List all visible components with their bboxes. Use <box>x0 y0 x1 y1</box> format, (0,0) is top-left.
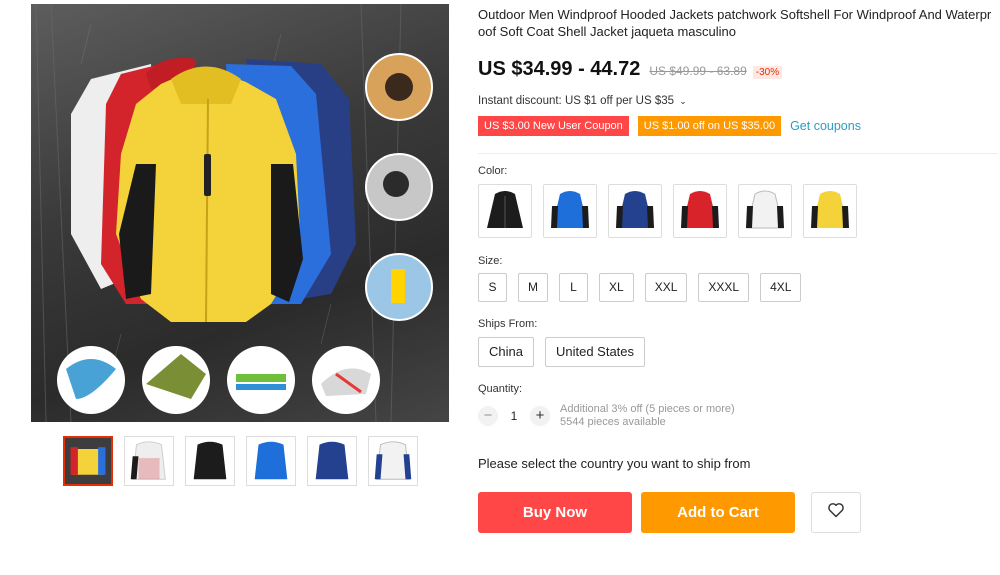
buy-now-button[interactable]: Buy Now <box>478 492 632 533</box>
get-coupons-link[interactable]: Get coupons <box>790 119 861 133</box>
quantity-value[interactable]: 1 <box>498 409 530 423</box>
stock-text: 5544 pieces available <box>560 416 666 428</box>
size-option[interactable]: 4XL <box>760 273 802 302</box>
store-coupon[interactable]: US $1.00 off on US $35.00 <box>637 116 782 136</box>
heart-icon <box>827 502 845 523</box>
new-user-coupon[interactable]: US $3.00 New User Coupon <box>478 116 629 136</box>
product-title: Outdoor Men Windproof Hooded Jackets pat… <box>478 7 992 39</box>
sale-price: US $34.99 - 44.72 <box>478 58 641 80</box>
action-buttons: Buy Now Add to Cart <box>478 492 998 533</box>
chevron-down-icon: ⌄ <box>679 96 687 106</box>
price-row: US $34.99 - 44.72 US $49.99 - 63.89 -30% <box>478 58 998 81</box>
quantity-stepper: − 1 + Additional 3% off (5 pieces or mor… <box>478 403 998 429</box>
ships-from-option[interactable]: China <box>478 337 534 367</box>
quantity-info: Additional 3% off (5 pieces or more) 554… <box>560 403 735 429</box>
add-to-cart-button[interactable]: Add to Cart <box>641 492 795 533</box>
color-option-white[interactable] <box>738 184 792 238</box>
divider <box>478 153 998 154</box>
thumbnail[interactable] <box>246 436 296 486</box>
wishlist-button[interactable] <box>811 492 861 533</box>
size-option[interactable]: XXL <box>644 273 688 302</box>
color-option-black[interactable] <box>478 184 532 238</box>
thumbnail[interactable] <box>185 436 235 486</box>
color-option-sky-blue[interactable] <box>543 184 597 238</box>
size-option[interactable]: S <box>478 273 507 302</box>
thumbnail[interactable] <box>124 436 174 486</box>
ships-from-options: China United States <box>478 337 998 367</box>
thumbnail[interactable] <box>307 436 357 486</box>
quantity-label: Quantity: <box>478 383 523 395</box>
product-details: Outdoor Men Windproof Hooded Jackets pat… <box>478 0 998 533</box>
instant-discount[interactable]: Instant discount: US $1 off per US $35 ⌄ <box>478 95 998 107</box>
size-option[interactable]: L <box>559 273 588 302</box>
discount-badge: -30% <box>752 66 783 79</box>
main-product-image[interactable] <box>31 4 449 422</box>
original-price: US $49.99 - 63.89 <box>649 64 747 78</box>
coupon-row: US $3.00 New User Coupon US $1.00 off on… <box>478 116 998 136</box>
ships-from-option[interactable]: United States <box>544 337 646 367</box>
color-option-red[interactable] <box>673 184 727 238</box>
size-label: Size: <box>478 255 503 267</box>
size-options: S M L XL XXL XXXL 4XL <box>478 273 998 302</box>
size-option[interactable]: XXXL <box>698 273 750 302</box>
color-swatches <box>478 184 998 238</box>
ship-country-message: Please select the country you want to sh… <box>478 456 751 471</box>
thumbnail[interactable] <box>368 436 418 486</box>
thumbnail-strip <box>63 436 418 486</box>
size-option[interactable]: XL <box>599 273 634 302</box>
ships-from-label: Ships From: <box>478 318 538 330</box>
quantity-decrease-button[interactable]: − <box>478 406 498 426</box>
size-option[interactable]: M <box>518 273 548 302</box>
color-label: Color: <box>478 165 508 177</box>
color-option-navy[interactable] <box>608 184 662 238</box>
bulk-discount-text: Additional 3% off (5 pieces or more) <box>560 403 735 415</box>
instant-discount-text: Instant discount: US $1 off per US $35 <box>478 95 675 107</box>
color-option-yellow[interactable] <box>803 184 857 238</box>
thumbnail[interactable] <box>63 436 113 486</box>
quantity-increase-button[interactable]: + <box>530 406 550 426</box>
